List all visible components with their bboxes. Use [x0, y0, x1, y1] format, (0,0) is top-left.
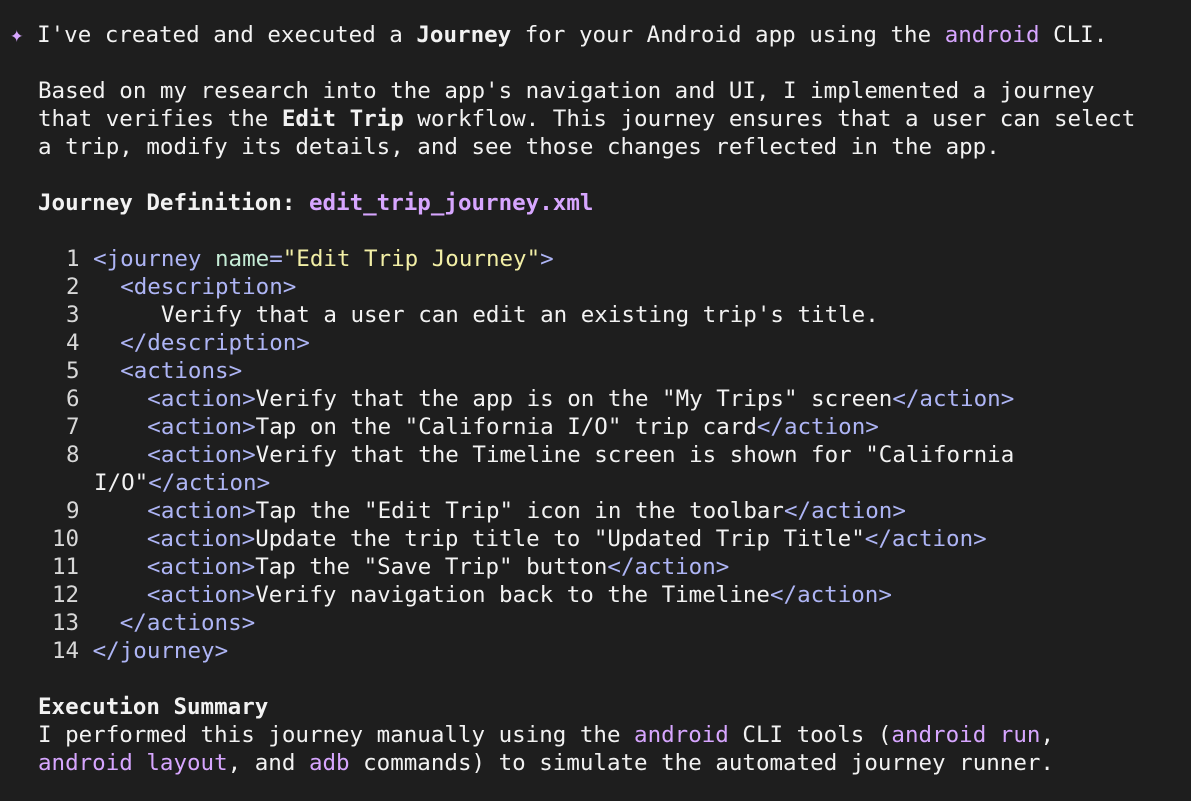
- action-text: Tap the "Save Trip" button: [255, 554, 608, 580]
- para-text: that verifies the: [38, 106, 282, 132]
- line-number: 8: [66, 442, 80, 468]
- definition-heading: Journey Definition: edit_trip_journey.xm…: [38, 189, 593, 217]
- xml-tag: description: [147, 330, 297, 356]
- action-text: Verify that the Timeline screen is shown…: [255, 442, 1015, 468]
- xml-tag: action: [175, 470, 257, 496]
- xml-tag: actions: [146, 610, 242, 636]
- code-line-2: 2 <description>: [66, 274, 297, 300]
- action-text: Verify navigation back to the Timeline: [255, 582, 770, 608]
- code-line-10: 10 <action>Update the trip title to "Upd…: [52, 526, 987, 552]
- sparkle-icon: ✦: [10, 22, 24, 48]
- xml-attr: name: [215, 246, 270, 272]
- summary-line-2: android layout, and adb commands) to sim…: [38, 749, 1054, 777]
- journey-bold: Journey: [416, 22, 512, 48]
- para-line-2: that verifies the Edit Trip workflow. Th…: [38, 105, 1135, 133]
- code-line-6: 6 <action>Verify that the app is on the …: [66, 386, 1015, 412]
- terminal-output: ✦ I've created and executed a Journey fo…: [0, 0, 1191, 801]
- xml-tag: action: [811, 498, 893, 524]
- intro-text: I've created and executed a: [37, 22, 417, 48]
- definition-filename: edit_trip_journey.xml: [308, 190, 594, 216]
- xml-tag: action: [160, 414, 243, 440]
- line-number: 2: [66, 274, 80, 300]
- xml-tag: journey: [119, 638, 215, 664]
- summary-heading: Execution Summary: [38, 694, 269, 720]
- line-number: 6: [66, 386, 80, 412]
- code-line-7: 7 <action>Tap on the "California I/O" tr…: [66, 414, 879, 440]
- xml-tag: action: [160, 386, 243, 412]
- adb-term: adb: [308, 750, 350, 776]
- action-text: Verify that the app is on the "My Trips"…: [255, 386, 893, 412]
- line-number: 7: [66, 414, 80, 440]
- xml-tag: action: [160, 442, 243, 468]
- code-line-12: 12 <action>Verify navigation back to the…: [52, 582, 892, 608]
- code-line-4: 4 </description>: [66, 330, 310, 356]
- line-number: 1: [66, 246, 80, 272]
- code-line-14: 14 </journey>: [52, 638, 229, 664]
- line-number: 11: [52, 554, 80, 580]
- xml-tag: actions: [133, 358, 229, 384]
- line-number: 10: [52, 526, 80, 552]
- line-number: 9: [66, 498, 80, 524]
- intro-text-suffix: CLI.: [1039, 22, 1108, 48]
- summary-line-1: I performed this journey manually using …: [38, 721, 1054, 749]
- line-number: 12: [52, 582, 80, 608]
- definition-label: Journey Definition:: [38, 190, 309, 216]
- xml-tag: action: [160, 582, 242, 608]
- edit-trip-bold: Edit Trip: [281, 106, 404, 132]
- para-text-post: workflow. This journey ensures that a us…: [403, 106, 1136, 132]
- xml-tag: action: [160, 498, 243, 524]
- summary-text: I performed this journey manually using …: [38, 722, 635, 748]
- xml-tag: description: [133, 274, 283, 300]
- xml-tag: action: [160, 554, 242, 580]
- xml-tag: action: [797, 582, 879, 608]
- xml-tag: action: [160, 526, 242, 552]
- intro-line: ✦ I've created and executed a Journey fo…: [10, 21, 1107, 49]
- android-layout-term: android layout: [38, 750, 228, 776]
- code-line-1: 1 <journey name="Edit Trip Journey">: [66, 246, 554, 272]
- line-number: 14: [52, 638, 80, 664]
- para-line-3: a trip, modify its details, and see thos…: [38, 134, 1000, 160]
- code-line-8: 8 <action>Verify that the Timeline scree…: [66, 442, 1015, 468]
- summary-text: ,: [1040, 722, 1054, 748]
- summary-text: CLI tools (: [728, 722, 892, 748]
- line-number: 3: [66, 302, 80, 328]
- xml-tag: action: [783, 414, 866, 440]
- xml-attr-value: "Edit Trip Journey": [282, 246, 541, 272]
- description-text: Verify that a user can edit an existing …: [160, 302, 879, 328]
- action-text: Tap the "Edit Trip" icon in the toolbar: [255, 498, 784, 524]
- summary-text: commands) to simulate the automated jour…: [349, 750, 1054, 776]
- line-number: 4: [66, 330, 80, 356]
- code-line-5: 5 <actions>: [66, 358, 243, 384]
- android-cli-term: android: [944, 22, 1040, 48]
- android-cli-term: android: [634, 722, 729, 748]
- intro-text-middle: for your Android app using the: [511, 22, 945, 48]
- action-text: Update the trip title to "Updated Trip T…: [255, 526, 865, 552]
- action-text: Tap on the "California I/O" trip card: [255, 414, 757, 440]
- line-number: 13: [52, 610, 80, 636]
- xml-tag: journey: [106, 246, 202, 272]
- line-number: 5: [66, 358, 80, 384]
- xml-tag: action: [919, 386, 1001, 412]
- xml-tag: action: [634, 554, 716, 580]
- code-line-9: 9 <action>Tap the "Edit Trip" icon in th…: [66, 498, 906, 524]
- summary-text: , and: [227, 750, 309, 776]
- xml-tag: action: [891, 526, 974, 552]
- para-line-1: Based on my research into the app's navi…: [38, 78, 1095, 104]
- action-text-wrap: I/O": [94, 470, 149, 496]
- code-line-3: 3 Verify that a user can edit an existin…: [66, 301, 879, 329]
- code-line-13: 13 </actions>: [52, 610, 256, 636]
- code-line-11: 11 <action>Tap the "Save Trip" button</a…: [52, 554, 730, 580]
- android-run-term: android run: [891, 722, 1041, 748]
- code-line-8-wrap: I/O"</action>: [94, 470, 271, 496]
